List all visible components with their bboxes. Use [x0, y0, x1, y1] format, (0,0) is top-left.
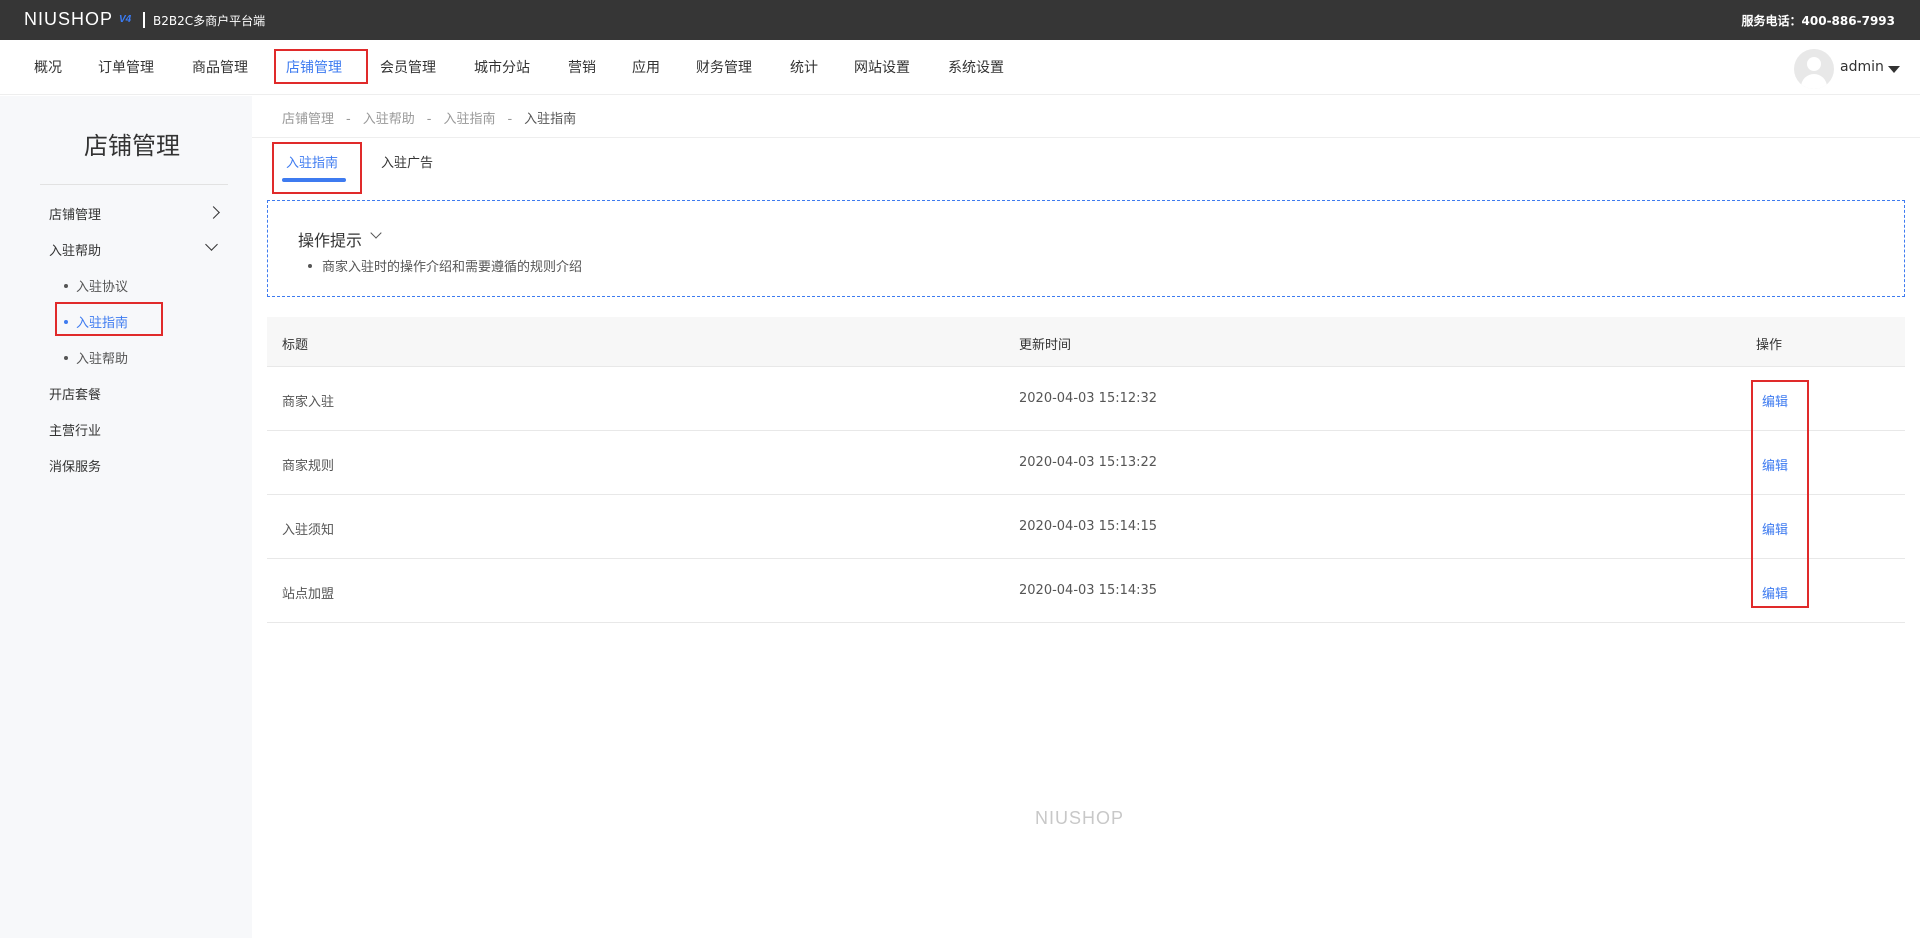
- sidebar-highlight-box: [55, 302, 163, 336]
- footer-logo: NIUSHOP: [1035, 808, 1125, 828]
- breadcrumb-separator: -: [346, 112, 351, 127]
- breadcrumb-item[interactable]: 入驻帮助: [363, 112, 415, 127]
- sidebar-item-guarantee[interactable]: 消保服务: [49, 456, 101, 475]
- nav-item-city-sites[interactable]: 城市分站: [474, 57, 530, 77]
- sidebar-sub-label: 入驻帮助: [76, 352, 129, 367]
- breadcrumb-divider: [252, 137, 1920, 138]
- row-time: 2020-04-03 15:14:35: [1019, 583, 1158, 598]
- table-header: 标题 更新时间 操作: [267, 317, 1905, 367]
- sidebar-item-store-manage[interactable]: 店铺管理: [49, 204, 101, 223]
- nav-item-overview[interactable]: 概况: [34, 57, 62, 77]
- nav-item-statistics[interactable]: 统计: [790, 57, 818, 77]
- tips-item-text: 商家入驻时的操作介绍和需要遵循的规则介绍: [322, 260, 583, 275]
- bullet-icon: [64, 355, 68, 360]
- caret-down-icon[interactable]: [1888, 66, 1900, 73]
- sidebar-divider: [40, 184, 228, 185]
- header-action: 操作: [1756, 338, 1783, 353]
- nav-item-site-settings[interactable]: 网站设置: [854, 57, 910, 77]
- table-row: 入驻须知 2020-04-03 15:14:15 编辑: [267, 495, 1905, 559]
- platform-subtitle: B2B2C多商户平台端: [153, 14, 266, 28]
- nav-item-members[interactable]: 会员管理: [380, 57, 436, 77]
- edit-highlight-box: [1751, 380, 1809, 608]
- chevron-right-icon[interactable]: [207, 206, 220, 219]
- sidebar-sub-label: 入驻协议: [76, 280, 129, 295]
- main-nav: 概况 订单管理 商品管理 店铺管理 会员管理 城市分站 营销 应用 财务管理 统…: [0, 40, 1920, 95]
- brand-version: V4: [119, 14, 132, 25]
- sidebar-sub-join-agreement[interactable]: 入驻协议: [64, 276, 128, 295]
- table-row: 站点加盟 2020-04-03 15:14:35 编辑: [267, 559, 1905, 623]
- row-title: 商家入驻: [282, 395, 335, 410]
- tab-highlight-box: [272, 142, 362, 194]
- tab-join-ads[interactable]: 入驻广告: [381, 152, 433, 171]
- avatar[interactable]: [1794, 49, 1834, 89]
- breadcrumb-item[interactable]: 入驻指南: [443, 112, 495, 127]
- chevron-down-icon[interactable]: [205, 238, 218, 251]
- breadcrumb: 店铺管理 - 入驻帮助 - 入驻指南 - 入驻指南: [282, 108, 588, 127]
- breadcrumb-separator: -: [507, 112, 513, 127]
- sidebar-item-packages[interactable]: 开店套餐: [49, 384, 101, 403]
- brand-logo[interactable]: NIUSHOP: [24, 9, 113, 30]
- table-row: 商家入驻 2020-04-03 15:12:32 编辑: [267, 367, 1905, 431]
- sidebar: 店铺管理 店铺管理 入驻帮助 入驻协议 入驻指南 入驻帮助 开店套餐 主营行业 …: [0, 96, 252, 938]
- table-row: 商家规则 2020-04-03 15:13:22 编辑: [267, 431, 1905, 495]
- sidebar-item-join-help[interactable]: 入驻帮助: [49, 240, 101, 259]
- tips-title[interactable]: 操作提示: [298, 227, 362, 251]
- nav-item-finance[interactable]: 财务管理: [696, 57, 752, 77]
- header-title: 标题: [282, 338, 309, 353]
- nav-item-products[interactable]: 商品管理: [192, 57, 248, 77]
- row-title: 站点加盟: [282, 587, 335, 602]
- sidebar-sub-join-help[interactable]: 入驻帮助: [64, 348, 128, 367]
- nav-item-orders[interactable]: 订单管理: [98, 57, 154, 77]
- header-update-time: 更新时间: [1019, 338, 1072, 353]
- breadcrumb-item[interactable]: 店铺管理: [282, 112, 334, 127]
- operation-tips: 操作提示 商家入驻时的操作介绍和需要遵循的规则介绍: [267, 200, 1905, 297]
- row-time: 2020-04-03 15:12:32: [1019, 391, 1158, 406]
- logo-separator: [143, 12, 145, 28]
- nav-item-system-settings[interactable]: 系统设置: [948, 57, 1004, 77]
- row-time: 2020-04-03 15:13:22: [1019, 455, 1158, 470]
- breadcrumb-separator: -: [426, 112, 432, 127]
- sidebar-title: 店铺管理: [84, 132, 180, 160]
- bullet-icon: [308, 263, 312, 268]
- tips-item: 商家入驻时的操作介绍和需要遵循的规则介绍: [308, 256, 582, 275]
- service-phone: 服务电话：400-886-7993: [1741, 14, 1895, 28]
- nav-item-apps[interactable]: 应用: [632, 57, 660, 77]
- bullet-icon: [64, 283, 68, 288]
- user-name[interactable]: admin: [1840, 59, 1884, 75]
- row-title: 入驻须知: [282, 523, 335, 538]
- top-bar: NIUSHOP V4 B2B2C多商户平台端 服务电话：400-886-7993: [0, 0, 1920, 40]
- nav-highlight-box: [274, 49, 368, 84]
- breadcrumb-current: 入驻指南: [524, 112, 577, 127]
- guide-table: 标题 更新时间 操作 商家入驻 2020-04-03 15:12:32 编辑 商…: [267, 317, 1905, 623]
- row-time: 2020-04-03 15:14:15: [1019, 519, 1158, 534]
- user-menu[interactable]: admin: [1794, 49, 1904, 89]
- row-title: 商家规则: [282, 459, 335, 474]
- nav-item-marketing[interactable]: 营销: [568, 57, 596, 77]
- sidebar-item-industry[interactable]: 主营行业: [49, 420, 101, 439]
- chevron-down-icon[interactable]: [370, 227, 382, 239]
